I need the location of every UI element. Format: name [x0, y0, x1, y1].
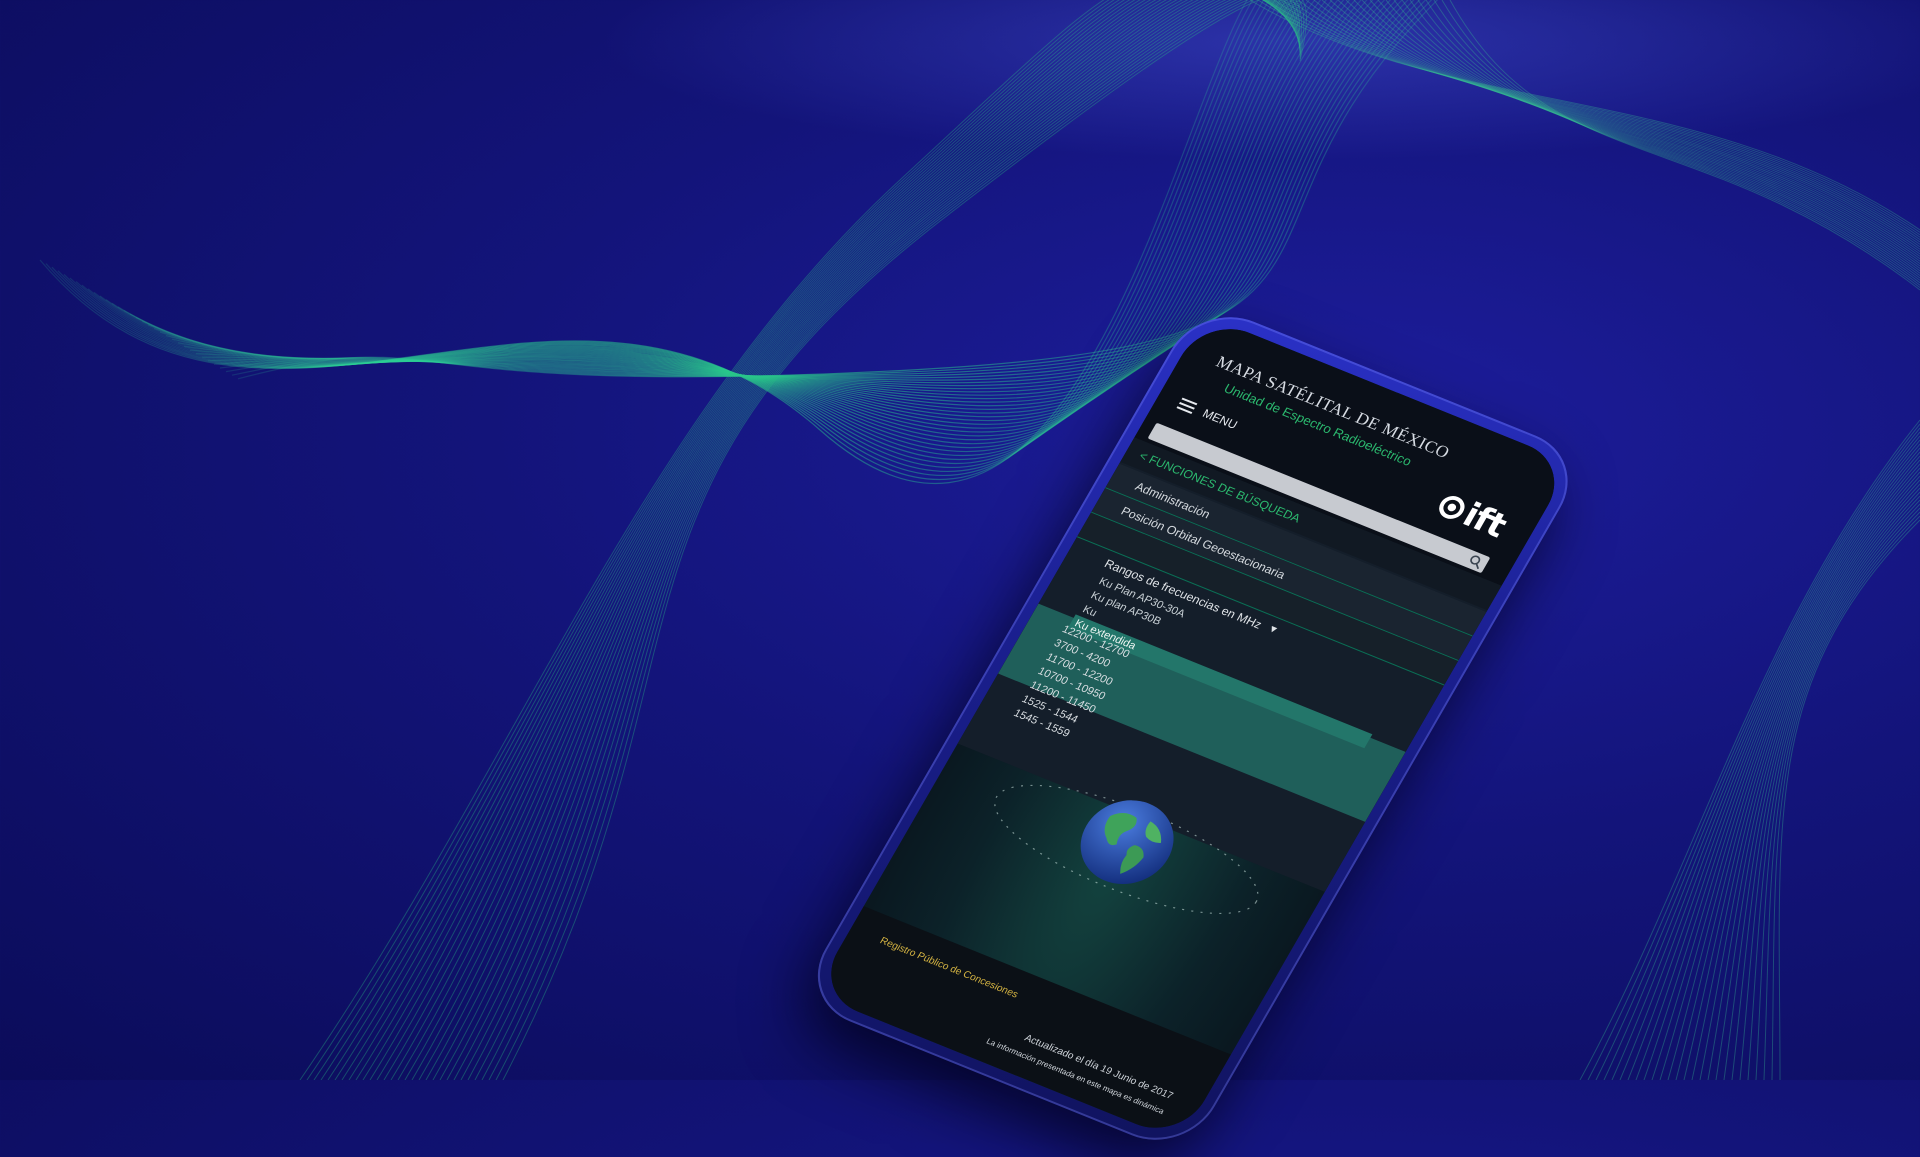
registry-link[interactable]: Registro Público de Concesiones — [878, 936, 1020, 1001]
menu-label: MENU — [1200, 406, 1240, 432]
app-footer: Registro Público de Concesiones Actualiz… — [813, 906, 1231, 1142]
dynamic-info-note: La información presentada en este mapa e… — [984, 1036, 1166, 1116]
menu-button[interactable]: MENU — [1176, 397, 1240, 432]
caret-down-icon: ▼ — [1265, 623, 1281, 637]
hamburger-icon — [1176, 397, 1198, 415]
search-icon[interactable] — [1466, 553, 1486, 570]
ift-logo: ift — [1430, 485, 1513, 546]
